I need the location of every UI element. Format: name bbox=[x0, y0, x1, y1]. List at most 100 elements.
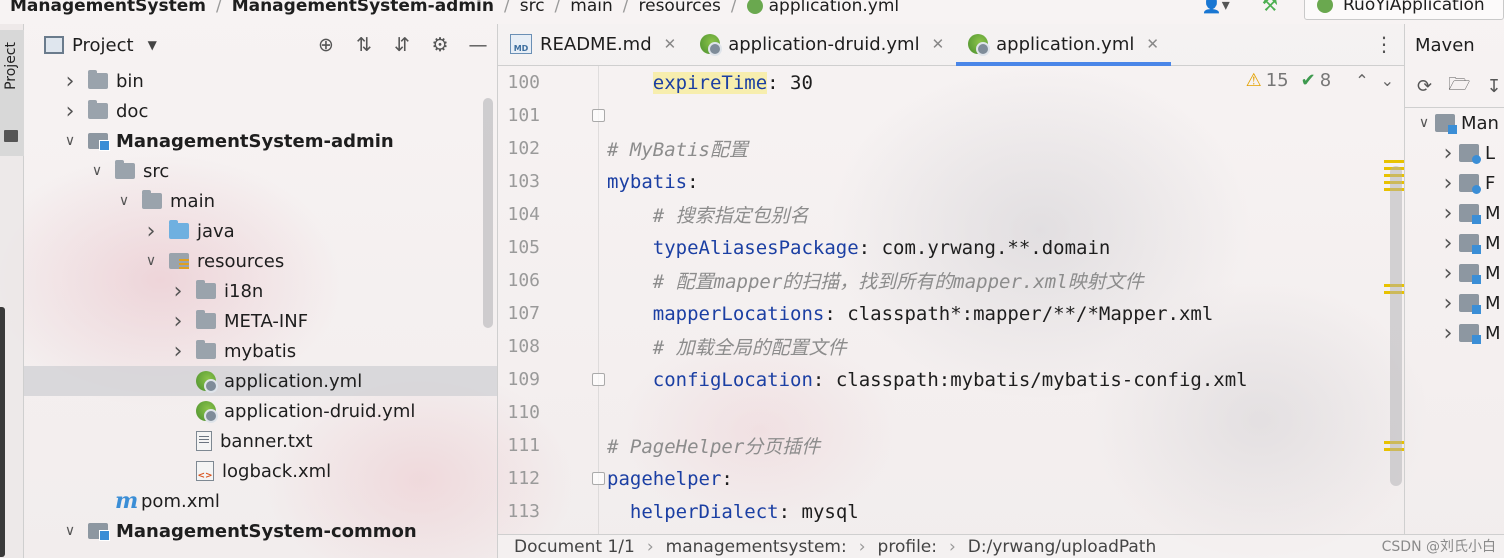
locate-file-icon[interactable]: ⊕ bbox=[307, 34, 345, 56]
breadcrumb-item[interactable]: resources bbox=[639, 0, 721, 16]
chevron-right-icon[interactable]: › bbox=[1437, 261, 1459, 286]
code-line[interactable]: 103 mybatis: bbox=[498, 165, 1404, 198]
tree-row[interactable]: application.yml bbox=[24, 366, 497, 396]
breadcrumb-item[interactable]: ManagementSystem-admin bbox=[232, 0, 494, 16]
minimize-icon[interactable]: — bbox=[459, 34, 497, 56]
editor-tab[interactable]: application.yml ✕ bbox=[956, 23, 1171, 66]
chevron-right-icon[interactable]: › bbox=[168, 309, 188, 334]
watermark-text: CSDN @刘氏小白 bbox=[1381, 539, 1496, 555]
maven-tree-row[interactable]: ∨ Man bbox=[1405, 108, 1504, 138]
close-icon[interactable]: ✕ bbox=[664, 35, 677, 53]
tree-row[interactable]: ∨ main bbox=[24, 186, 497, 216]
editor-tab[interactable]: application-druid.yml ✕ bbox=[688, 23, 956, 65]
maven-toolbar: ⟳ 🗁 ↧ bbox=[1405, 66, 1504, 108]
breadcrumb-item[interactable]: src bbox=[520, 0, 545, 16]
chevron-down-icon[interactable]: ∨ bbox=[141, 253, 161, 269]
chevron-down-icon[interactable]: ∨ bbox=[60, 133, 80, 149]
chevron-right-icon[interactable]: › bbox=[168, 279, 188, 304]
inspection-widget[interactable]: ⚠ 15 ✔ 8 ⌃ ⌄ bbox=[1246, 70, 1394, 91]
maven-tree-row[interactable]: › M bbox=[1405, 288, 1504, 318]
chevron-right-icon[interactable]: › bbox=[168, 339, 188, 364]
tree-row[interactable]: m pom.xml bbox=[24, 486, 497, 516]
breadcrumb-item[interactable]: ManagementSystem bbox=[10, 0, 206, 16]
chevron-down-icon[interactable]: ∨ bbox=[1413, 115, 1435, 131]
breadcrumb-item[interactable]: main bbox=[570, 0, 612, 16]
status-breadcrumb-separator: › bbox=[948, 536, 956, 557]
project-tree-scrollbar[interactable] bbox=[483, 98, 493, 328]
fold-marker-icon[interactable] bbox=[592, 472, 605, 485]
chevron-right-icon[interactable]: › bbox=[1437, 291, 1459, 316]
tree-row[interactable]: › mybatis bbox=[24, 336, 497, 366]
gear-icon[interactable]: ⚙ bbox=[421, 34, 459, 56]
breadcrumb-item[interactable]: application.yml bbox=[769, 0, 900, 16]
maven-tree-row[interactable]: › L bbox=[1405, 138, 1504, 168]
status-breadcrumb-item[interactable]: managementsystem: bbox=[666, 537, 847, 557]
fold-marker-icon[interactable] bbox=[592, 109, 605, 122]
chevron-right-icon[interactable]: › bbox=[1437, 171, 1459, 196]
chevron-down-icon[interactable]: ∨ bbox=[114, 193, 134, 209]
chevron-right-icon[interactable]: › bbox=[1437, 141, 1459, 166]
status-breadcrumb-item[interactable]: D:/yrwang/uploadPath bbox=[968, 537, 1156, 557]
code-line[interactable]: 109 configLocation: classpath:mybatis/my… bbox=[498, 363, 1404, 396]
chevron-down-icon[interactable]: ∨ bbox=[60, 523, 80, 539]
chevron-right-icon[interactable]: › bbox=[1437, 201, 1459, 226]
code-line[interactable]: 101 bbox=[498, 99, 1404, 132]
chevron-right-icon[interactable]: › bbox=[1437, 321, 1459, 346]
maven-panel-title[interactable]: Maven bbox=[1415, 35, 1475, 56]
tree-row[interactable]: ∨ ManagementSystem-common bbox=[24, 516, 497, 546]
code-line[interactable]: 111 # PageHelper分页插件 bbox=[498, 429, 1404, 462]
download-icon[interactable]: ↧ bbox=[1486, 76, 1501, 97]
close-icon[interactable]: ✕ bbox=[932, 35, 945, 53]
code-line[interactable]: 110 bbox=[498, 396, 1404, 429]
code-area[interactable]: ⚠ 15 ✔ 8 ⌃ ⌄ 100 expireTime: 30 101 102 # M… bbox=[498, 66, 1404, 534]
status-breadcrumb-item[interactable]: Document 1/1 bbox=[514, 537, 635, 557]
tree-row-label: java bbox=[197, 220, 235, 242]
user-icon[interactable]: 👤▾ bbox=[1202, 0, 1232, 15]
tree-row[interactable]: › doc bbox=[24, 96, 497, 126]
run-configuration-selector[interactable]: RuoYiApplication bbox=[1304, 0, 1504, 20]
tree-row[interactable]: banner.txt bbox=[24, 426, 497, 456]
expand-all-icon[interactable]: ⇅ bbox=[345, 34, 383, 56]
chevron-right-icon[interactable]: › bbox=[60, 69, 80, 94]
tree-row[interactable]: ∨ src bbox=[24, 156, 497, 186]
maven-tree-row[interactable]: › M bbox=[1405, 318, 1504, 348]
add-project-icon[interactable]: 🗁 bbox=[1448, 72, 1470, 102]
tree-row[interactable]: application-druid.yml bbox=[24, 396, 497, 426]
close-icon[interactable]: ✕ bbox=[1146, 35, 1159, 53]
maven-tree-row[interactable]: › M bbox=[1405, 258, 1504, 288]
code-line[interactable]: 107 mapperLocations: classpath*:mapper/*… bbox=[498, 297, 1404, 330]
build-hammer-icon[interactable]: ⚒ bbox=[1262, 0, 1278, 16]
code-line[interactable]: 104 # 搜索指定包别名 bbox=[498, 198, 1404, 231]
tree-row[interactable]: › i18n bbox=[24, 276, 497, 306]
tree-row[interactable]: › java bbox=[24, 216, 497, 246]
more-tabs-icon[interactable]: ⋮ bbox=[1374, 32, 1394, 56]
code-line[interactable]: 106 # 配置mapper的扫描，找到所有的mapper.xml映射文件 bbox=[498, 264, 1404, 297]
tree-row[interactable]: ∨ ManagementSystem-admin bbox=[24, 126, 497, 156]
tree-row[interactable]: ∨ resources bbox=[24, 246, 497, 276]
chevron-up-icon[interactable]: ⌃ bbox=[1355, 71, 1368, 90]
reload-icon[interactable]: ⟳ bbox=[1417, 76, 1432, 97]
fold-marker-icon[interactable] bbox=[592, 373, 605, 386]
collapse-all-icon[interactable]: ⇵ bbox=[383, 34, 421, 56]
chevron-down-icon[interactable]: ▼ bbox=[148, 38, 157, 52]
tree-row[interactable]: › META-INF bbox=[24, 306, 497, 336]
chevron-down-icon[interactable]: ⌄ bbox=[1381, 71, 1394, 90]
maven-tree-row[interactable]: › M bbox=[1405, 228, 1504, 258]
project-panel-title[interactable]: Project bbox=[72, 35, 134, 56]
maven-tree-row[interactable]: › F bbox=[1405, 168, 1504, 198]
code-line[interactable]: 113 helperDialect: mysql bbox=[498, 495, 1404, 528]
status-breadcrumb-item[interactable]: profile: bbox=[878, 537, 937, 557]
code-line[interactable]: 112 pagehelper: bbox=[498, 462, 1404, 495]
tree-row[interactable]: › bin bbox=[24, 66, 497, 96]
code-line[interactable]: 105 typeAliasesPackage: com.yrwang.**.do… bbox=[498, 231, 1404, 264]
maven-tree-row[interactable]: › M bbox=[1405, 198, 1504, 228]
chevron-right-icon[interactable]: › bbox=[60, 99, 80, 124]
editor-tab[interactable]: MD README.md ✕ bbox=[498, 23, 688, 65]
chevron-right-icon[interactable]: › bbox=[1437, 231, 1459, 256]
code-line[interactable]: 108 # 加载全局的配置文件 bbox=[498, 330, 1404, 363]
code-line[interactable]: 102 # MyBatis配置 bbox=[498, 132, 1404, 165]
tree-row[interactable]: <> logback.xml bbox=[24, 456, 497, 486]
chevron-right-icon[interactable]: › bbox=[141, 219, 161, 244]
chevron-down-icon[interactable]: ∨ bbox=[87, 163, 107, 179]
project-tool-window-tab[interactable]: Project bbox=[0, 30, 24, 156]
